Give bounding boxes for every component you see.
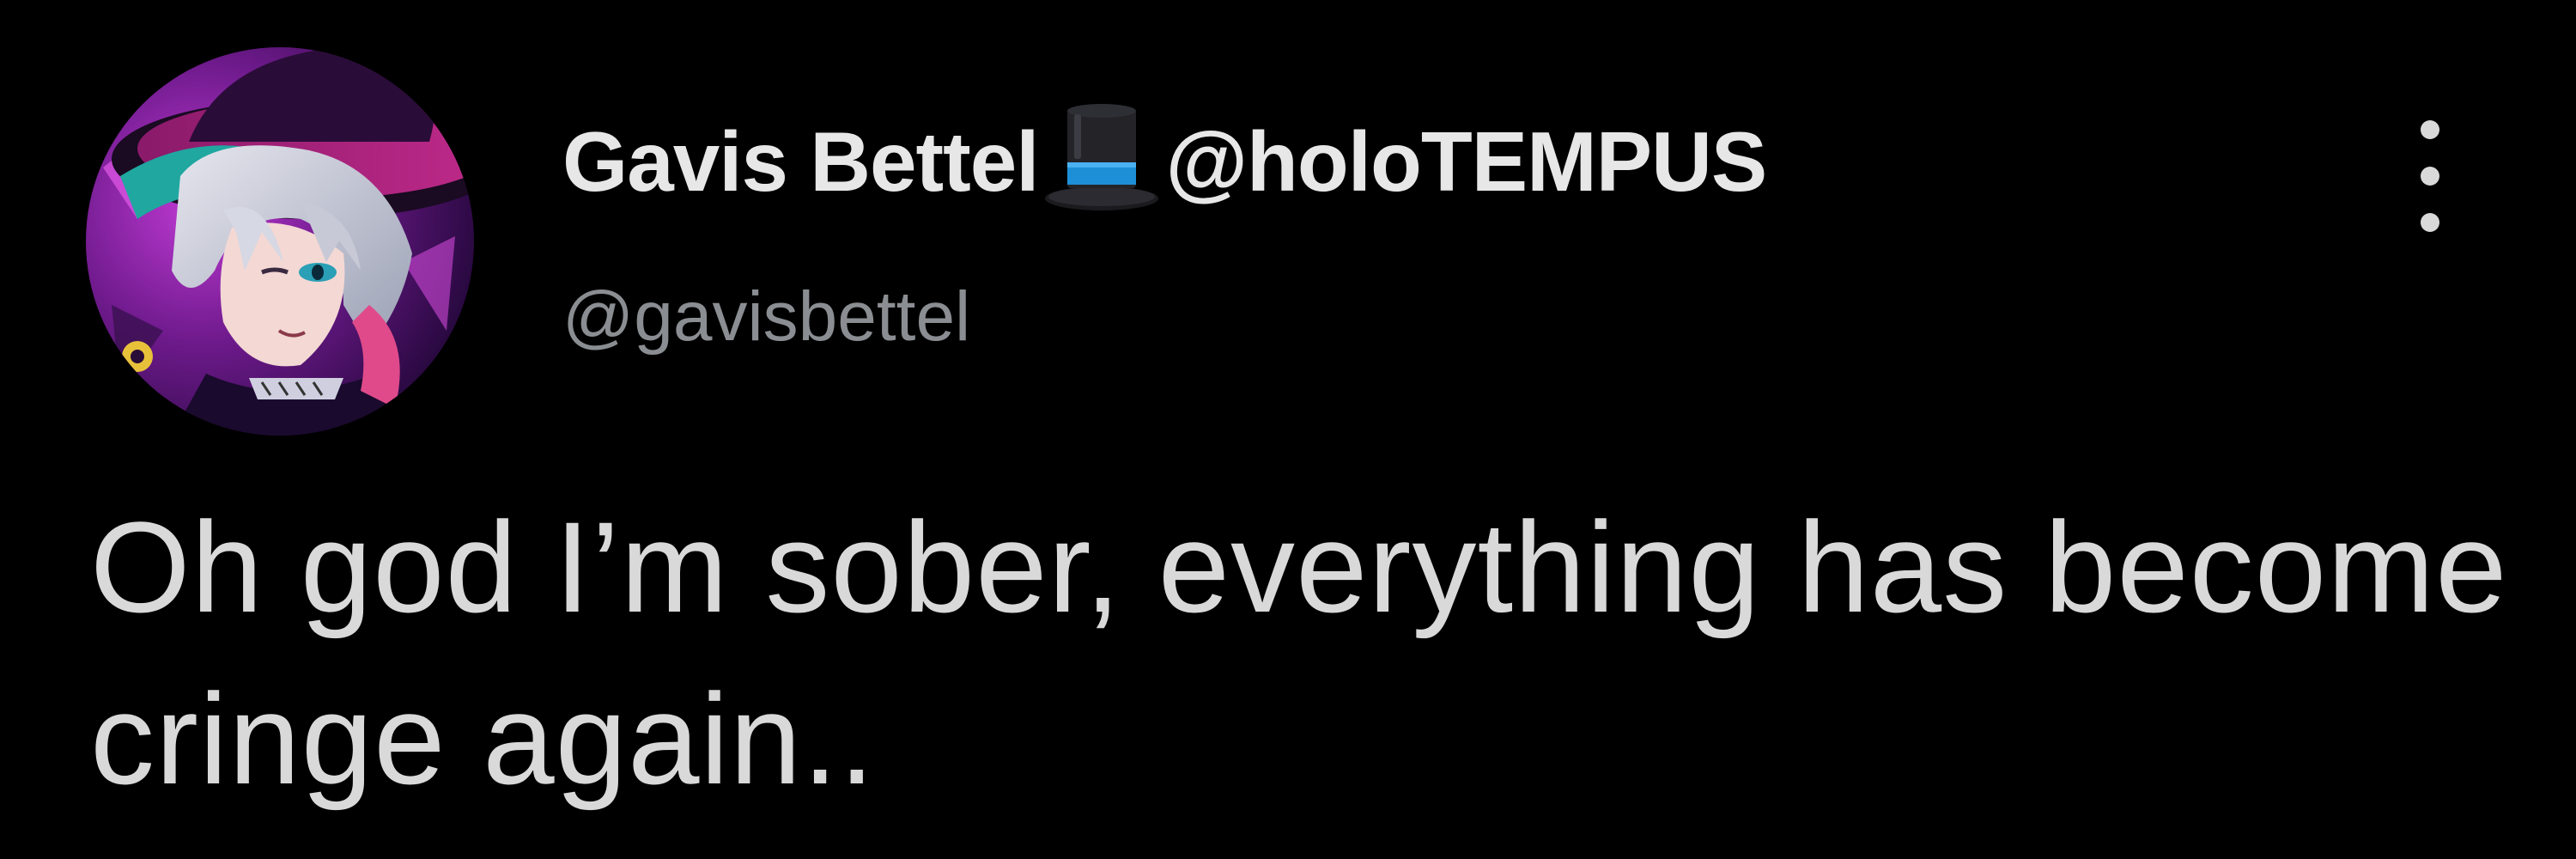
- tweet-text: Oh god I’m sober, everything has become …: [90, 495, 2508, 811]
- top-hat-icon: [1042, 102, 1162, 214]
- more-options-icon-dot: [2421, 213, 2439, 232]
- author-display-name[interactable]: Gavis Bettel: [562, 113, 1039, 210]
- author-username[interactable]: @gavisbettel: [562, 277, 970, 357]
- author-header: Gavis Bettel @holoTEMPUS: [562, 101, 1767, 222]
- more-options-icon-dot: [2421, 167, 2439, 186]
- author-display-name-suffix[interactable]: @holoTEMPUS: [1165, 113, 1767, 210]
- avatar[interactable]: [86, 47, 474, 436]
- more-options-button[interactable]: [2396, 120, 2464, 232]
- tweet-card: Gavis Bettel @holoTEMPUS @gavisbettel Oh…: [0, 0, 2576, 859]
- more-options-icon: [2421, 120, 2439, 139]
- avatar-image: [86, 47, 474, 436]
